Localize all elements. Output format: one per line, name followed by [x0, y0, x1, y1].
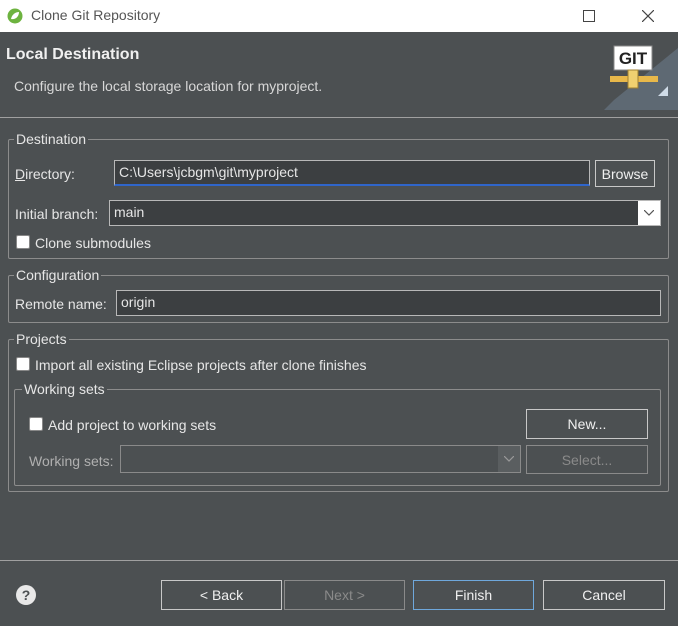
browse-label: Browse: [601, 165, 649, 182]
new-working-set-button[interactable]: New...: [526, 409, 648, 439]
spring-leaf-icon: [7, 8, 23, 24]
import-projects-checkbox[interactable]: [16, 357, 30, 371]
initial-branch-value: main: [114, 204, 145, 220]
chevron-down-icon[interactable]: [638, 201, 660, 225]
working-sets-label: Working sets:: [29, 453, 114, 469]
new-label: New...: [567, 416, 607, 432]
maximize-icon: [583, 10, 595, 22]
projects-legend: Projects: [14, 331, 69, 347]
working-sets-legend: Working sets: [22, 381, 107, 397]
import-projects-label: Import all existing Eclipse projects aft…: [35, 357, 367, 373]
directory-input[interactable]: C:\Users\jcbgm\git\myproject: [114, 160, 590, 186]
chevron-down-icon[interactable]: [498, 446, 520, 472]
wizard-header: Local Destination Configure the local st…: [0, 32, 678, 118]
initial-branch-label: Initial branch:: [15, 206, 99, 222]
git-banner-icon: GIT: [604, 45, 678, 110]
cancel-label: Cancel: [582, 587, 626, 603]
initial-branch-select[interactable]: main: [109, 200, 661, 226]
back-button[interactable]: < Back: [161, 580, 282, 610]
back-label: < Back: [199, 587, 244, 603]
finish-label: Finish: [454, 587, 493, 603]
clone-submodules-label: Clone submodules: [35, 235, 151, 251]
page-description: Configure the local storage location for…: [14, 78, 323, 94]
remote-name-input[interactable]: origin: [116, 290, 661, 316]
remote-name-label: Remote name:: [15, 296, 107, 312]
banner-text: GIT: [619, 49, 648, 68]
next-button[interactable]: Next >: [284, 580, 405, 610]
next-label: Next >: [324, 587, 365, 603]
maximize-button[interactable]: [566, 0, 612, 32]
destination-legend: Destination: [14, 131, 89, 147]
add-to-working-sets-label: Add project to working sets: [48, 417, 217, 433]
close-icon: [642, 10, 654, 22]
window-title: Clone Git Repository: [31, 7, 161, 23]
footer-separator: [0, 560, 678, 561]
add-to-working-sets-checkbox[interactable]: [29, 417, 43, 431]
select-label: Select...: [561, 451, 613, 468]
select-working-sets-button[interactable]: Select...: [526, 445, 648, 474]
cancel-button[interactable]: Cancel: [543, 580, 665, 610]
close-button[interactable]: [625, 0, 671, 32]
page-title: Local Destination: [6, 46, 140, 63]
browse-button[interactable]: Browse: [595, 160, 655, 187]
help-icon[interactable]: ?: [16, 585, 36, 605]
finish-button[interactable]: Finish: [413, 580, 534, 610]
configuration-legend: Configuration: [14, 267, 102, 283]
title-bar: Clone Git Repository: [0, 0, 678, 32]
directory-label: Directory:: [15, 166, 75, 182]
clone-submodules-checkbox[interactable]: [16, 235, 30, 249]
working-sets-select[interactable]: [120, 445, 521, 473]
